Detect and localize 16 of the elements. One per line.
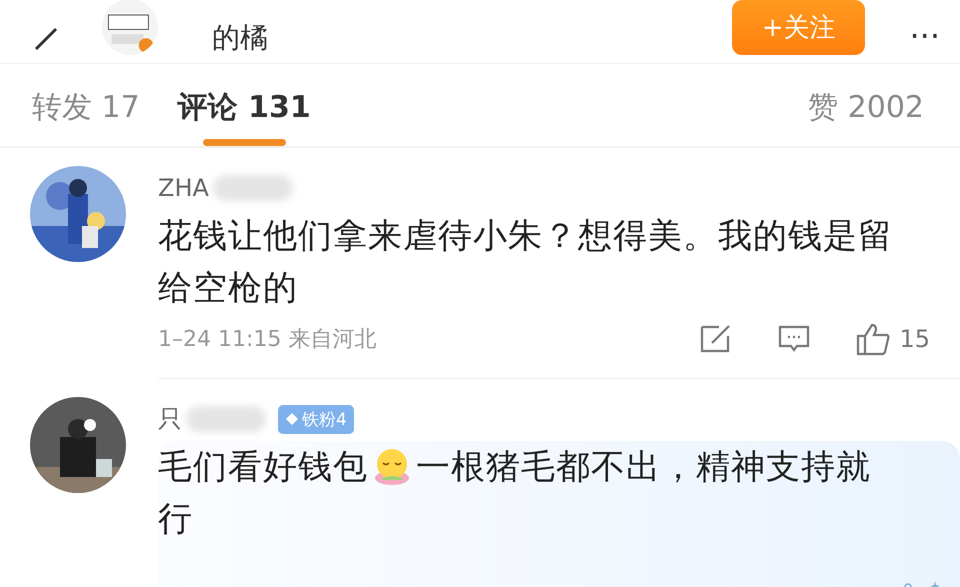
comment-text: 毛们看好钱包 一根猪毛都不出，精神支持就行 — [158, 445, 872, 541]
user-name[interactable]: ZHA — [158, 174, 209, 202]
diamond-icon — [285, 412, 299, 426]
comment-text: 花钱让他们拿来虐待小朱？想得美。我的钱是留给空枪的 — [158, 215, 894, 310]
comment-time: 1–24 11:15 来自河北 — [158, 326, 376, 354]
more-menu[interactable]: ··· — [909, 17, 940, 55]
badge-label: 铁粉4 — [302, 408, 347, 430]
tab[interactable]: 评论 131 — [178, 87, 311, 146]
account-name: 的橘 — [212, 21, 268, 55]
comment-icon[interactable] — [777, 324, 812, 354]
thumbs-up-icon — [855, 322, 892, 356]
tab[interactable]: 转发 17 — [32, 87, 140, 146]
like-button[interactable]: 15 — [855, 322, 930, 356]
like-count: 15 — [899, 325, 930, 353]
tab[interactable]: 赞 2002 — [808, 87, 924, 146]
user-name[interactable]: 只 — [158, 403, 182, 435]
